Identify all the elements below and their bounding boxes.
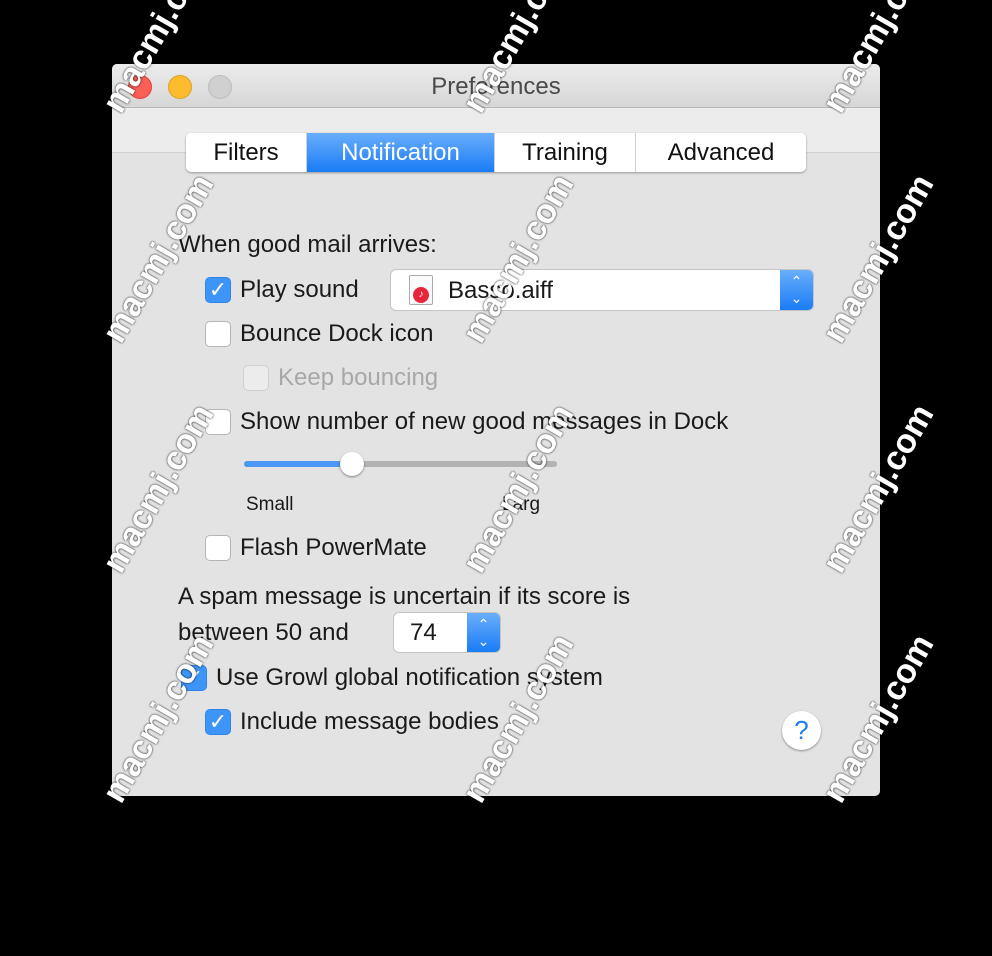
include-bodies-label: Include message bodies <box>240 708 499 735</box>
score-stepper[interactable]: 74 ⌃ ⌄ <box>394 613 500 652</box>
spam-text-line1: A spam message is uncertain if its score… <box>178 583 631 610</box>
sound-popup[interactable]: ♪ Basso.aiff ⌃ ⌄ <box>391 270 813 310</box>
sound-popup-value: Basso.aiff <box>448 277 553 304</box>
play-sound-checkbox[interactable]: ✓ <box>205 277 231 303</box>
score-value[interactable]: 74 <box>410 619 437 647</box>
popup-chevrons-icon: ⌃ ⌄ <box>780 270 813 310</box>
keep-bouncing-label: Keep bouncing <box>278 364 439 391</box>
play-sound-label: Play sound <box>240 276 359 303</box>
help-button[interactable]: ? <box>782 711 821 750</box>
tab-advanced[interactable]: Advanced <box>636 133 806 172</box>
tab-notification[interactable]: Notification <box>307 133 495 172</box>
bounce-dock-label: Bounce Dock icon <box>240 320 434 347</box>
slider-knob[interactable] <box>339 452 364 476</box>
flash-powermate-checkbox[interactable] <box>205 535 231 561</box>
include-bodies-checkbox[interactable]: ✓ <box>205 709 231 735</box>
window-title: Preferences <box>431 73 561 100</box>
tab-bar: Filters Notification Training Advanced <box>186 133 806 172</box>
stepper-arrows-icon[interactable]: ⌃ ⌄ <box>467 613 500 652</box>
slider-max-label: Larg <box>502 494 541 515</box>
size-slider[interactable] <box>244 452 557 476</box>
good-mail-heading: When good mail arrives: <box>178 231 437 258</box>
bounce-dock-checkbox[interactable] <box>205 321 231 347</box>
spam-text-line2: between 50 and <box>178 619 349 646</box>
growl-label: Use Growl global notification system <box>216 664 603 691</box>
slider-min-label: Small <box>246 494 294 515</box>
tab-filters[interactable]: Filters <box>186 133 307 172</box>
title-bar[interactable]: Preferences <box>112 64 880 108</box>
growl-checkbox[interactable]: ✓ <box>181 665 207 691</box>
preferences-window: Preferences Filters Notification Trainin… <box>112 64 880 796</box>
show-number-checkbox[interactable] <box>205 409 231 435</box>
keep-bouncing-checkbox <box>243 365 269 391</box>
show-number-label: Show number of new good messages in Dock <box>240 408 729 435</box>
flash-powermate-label: Flash PowerMate <box>240 534 427 561</box>
tab-training[interactable]: Training <box>495 133 636 172</box>
audio-file-icon: ♪ <box>409 275 433 305</box>
